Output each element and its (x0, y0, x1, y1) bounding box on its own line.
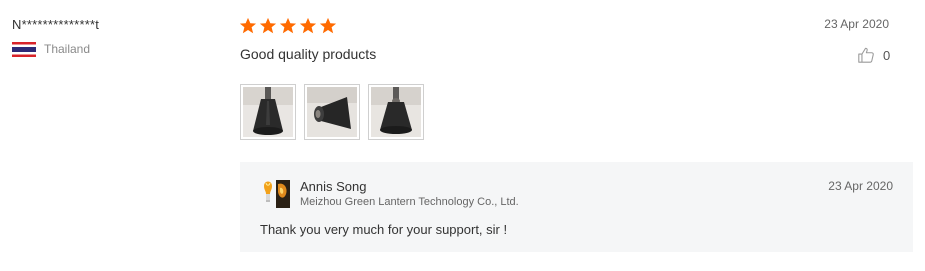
seller-avatar (260, 178, 292, 210)
seller-name: Annis Song (300, 179, 367, 194)
reviewer-name: N**************t (12, 17, 100, 32)
star-icon (319, 17, 337, 34)
thailand-flag-icon (12, 42, 36, 57)
lamp-photo-3 (371, 87, 421, 137)
seller-reply: Annis Song Meizhou Green Lantern Technol… (240, 162, 913, 252)
reply-date: 23 Apr 2020 (828, 179, 893, 193)
helpful-button[interactable]: 0 (857, 46, 890, 64)
review-photo-thumbnail[interactable] (368, 84, 424, 140)
lamp-photo-1 (243, 87, 293, 137)
star-icon (259, 17, 277, 34)
review-photos (240, 84, 424, 140)
reply-text: Thank you very much for your support, si… (260, 222, 508, 237)
review-photo-thumbnail[interactable] (304, 84, 360, 140)
reviewer-country: Thailand (44, 42, 91, 56)
star-icon (279, 17, 297, 34)
review-date: 23 Apr 2020 (824, 17, 889, 31)
review-text: Good quality products (240, 46, 377, 62)
seller-company: Meizhou Green Lantern Technology Co., Lt… (300, 196, 519, 208)
thumbs-up-icon (858, 47, 874, 63)
star-icon (239, 17, 257, 34)
star-icon (299, 17, 317, 34)
lamp-photo-2 (307, 87, 357, 137)
star-rating (239, 17, 337, 35)
review-photo-thumbnail[interactable] (240, 84, 296, 140)
helpful-count: 0 (883, 47, 891, 63)
